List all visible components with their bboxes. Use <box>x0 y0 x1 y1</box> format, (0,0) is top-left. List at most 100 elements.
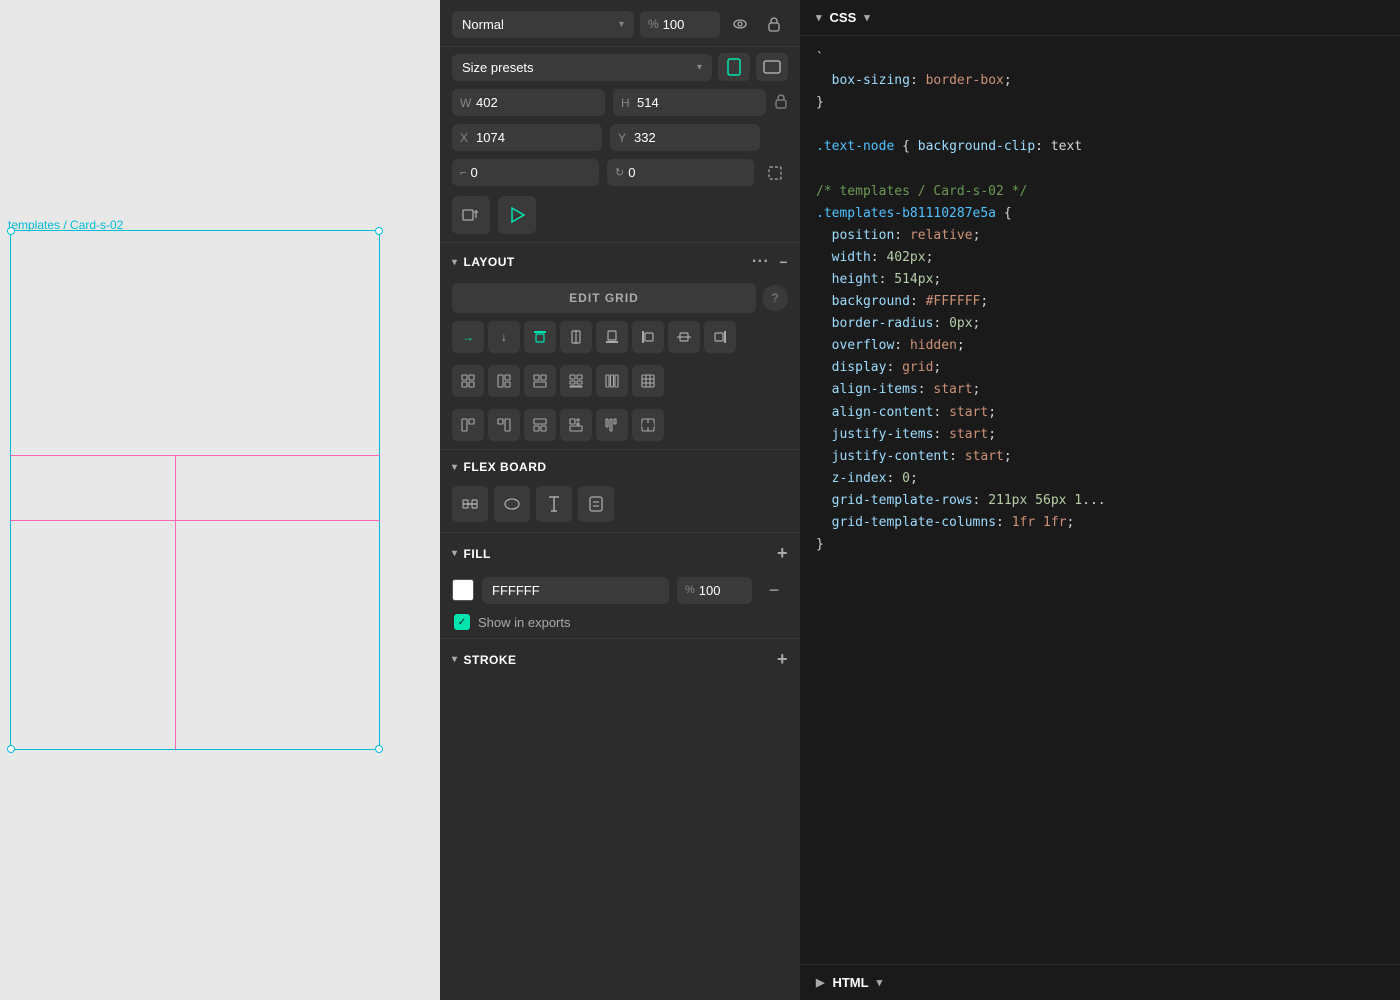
code-panel: ▾ CSS ▾ ` box-sizing: border-box; } .tex… <box>800 0 1400 1000</box>
resize-action-btn[interactable] <box>452 196 490 234</box>
layout-collapse-btn[interactable]: − <box>779 254 788 270</box>
grid-r3[interactable] <box>524 409 556 441</box>
fill-hex-text: FFFFFF <box>492 583 540 598</box>
fill-opacity-value: 100 <box>699 583 721 598</box>
width-field[interactable]: W 402 <box>452 89 605 116</box>
lock-icon[interactable] <box>760 10 788 38</box>
size-presets-select[interactable]: Size presets ▾ <box>452 54 712 81</box>
opacity-value: 100 <box>663 17 685 32</box>
stroke-chevron[interactable]: ▾ <box>452 654 458 665</box>
css-chevron-icon[interactable]: ▾ <box>816 11 822 24</box>
opacity-symbol: % <box>648 17 659 31</box>
x-value: 1074 <box>476 130 505 145</box>
grid-table[interactable] <box>632 365 664 397</box>
grid-cols[interactable] <box>596 365 628 397</box>
rotate-value: 0 <box>628 165 635 180</box>
flex-chevron[interactable]: ▾ <box>452 462 458 473</box>
blend-mode-select[interactable]: Normal ▾ <box>452 11 634 38</box>
guide-line-v1 <box>175 455 176 750</box>
layout-more-btn[interactable]: ··· <box>752 253 769 271</box>
grid-layout-row-1 <box>440 361 800 401</box>
rotate-field[interactable]: ↻ 0 <box>607 159 754 186</box>
align-center-h[interactable] <box>668 321 700 353</box>
align-top[interactable] <box>524 321 556 353</box>
flex-board-label: FLEX BOARD <box>464 460 547 474</box>
edit-grid-btn[interactable]: EDIT GRID <box>452 283 756 313</box>
resize-handle-br[interactable] <box>375 745 383 753</box>
visibility-icon[interactable] <box>726 10 754 38</box>
fill-color-swatch[interactable] <box>452 579 474 601</box>
align-flow-right[interactable]: → <box>452 321 484 353</box>
layout-label: LAYOUT <box>464 255 515 269</box>
flex-btn-row <box>440 482 800 526</box>
fill-section-header: ▾ FILL + <box>440 535 800 572</box>
fill-hex-value[interactable]: FFFFFF <box>482 577 669 604</box>
guide-line-h2 <box>10 520 380 521</box>
html-dropdown-chevron[interactable]: ▾ <box>877 976 883 989</box>
grid-r2[interactable] <box>488 409 520 441</box>
card-frame[interactable] <box>10 230 380 750</box>
align-bottom[interactable] <box>596 321 628 353</box>
grid-dense[interactable] <box>560 365 592 397</box>
flex-board-section-header: ▾ FLEX BOARD <box>440 452 800 482</box>
fill-opacity-field[interactable]: % 100 <box>677 577 752 604</box>
grid-r4[interactable] <box>560 409 592 441</box>
html-expand-icon[interactable]: ▶ <box>816 976 824 989</box>
properties-panel: Normal ▾ % 100 Size presets ▾ <box>440 0 800 1000</box>
code-display[interactable]: ` box-sizing: border-box; } .text-node {… <box>800 36 1400 964</box>
edit-grid-row: EDIT GRID ? <box>440 279 800 317</box>
grid-2x2[interactable] <box>488 365 520 397</box>
align-left[interactable] <box>632 321 664 353</box>
flex-text-icon[interactable] <box>536 486 572 522</box>
fill-add-btn[interactable]: + <box>777 543 788 564</box>
grid-layout-row-2 <box>440 405 800 445</box>
resize-handle-tr[interactable] <box>375 227 383 235</box>
play-action-btn[interactable] <box>498 196 536 234</box>
corner-rotate-row: ⌐ 0 ↻ 0 <box>440 155 800 190</box>
mobile-portrait-icon[interactable] <box>718 53 750 81</box>
align-flow-down[interactable]: ↓ <box>488 321 520 353</box>
width-label: W <box>460 96 472 110</box>
grid-help-btn[interactable]: ? <box>762 285 788 311</box>
flex-h-icon[interactable] <box>452 486 488 522</box>
wh-lock-icon[interactable] <box>774 93 788 112</box>
corner-field[interactable]: ⌐ 0 <box>452 159 599 186</box>
guide-line-h1 <box>10 455 380 456</box>
corner-value: 0 <box>470 165 477 180</box>
mobile-landscape-icon[interactable] <box>756 53 788 81</box>
layout-chevron[interactable]: ▾ <box>452 257 458 268</box>
grid-2x2-b[interactable] <box>524 365 556 397</box>
align-row-1: → ↓ <box>440 317 800 357</box>
opacity-field[interactable]: % 100 <box>640 11 720 38</box>
y-field[interactable]: Y 332 <box>610 124 760 151</box>
stroke-label: STROKE <box>464 653 517 667</box>
align-right[interactable] <box>704 321 736 353</box>
grid-masonry[interactable] <box>596 409 628 441</box>
fill-remove-btn[interactable]: − <box>760 576 788 604</box>
css-dropdown-chevron[interactable]: ▾ <box>864 11 870 24</box>
layout-section-header: ▾ LAYOUT ··· − <box>440 245 800 279</box>
grid-r1[interactable] <box>452 409 484 441</box>
x-field[interactable]: X 1074 <box>452 124 602 151</box>
resize-fit-icon[interactable] <box>762 160 788 186</box>
grid-equal-cols[interactable] <box>632 409 664 441</box>
show-in-exports-checkbox[interactable]: ✓ <box>454 614 470 630</box>
css-section-header: ▾ CSS ▾ <box>800 0 1400 36</box>
resize-handle-tl[interactable] <box>7 227 15 235</box>
css-code: ` box-sizing: border-box; } .text-node {… <box>816 48 1384 556</box>
x-label: X <box>460 131 472 145</box>
stroke-add-btn[interactable]: + <box>777 649 788 670</box>
align-center-v[interactable] <box>560 321 592 353</box>
flex-container-icon[interactable] <box>578 486 614 522</box>
resize-handle-bl[interactable] <box>7 745 15 753</box>
canvas-area: templates / Card-s-02 <box>0 0 440 1000</box>
fill-value-row: FFFFFF % 100 − <box>440 572 800 608</box>
fill-chevron[interactable]: ▾ <box>452 548 458 559</box>
grid-4[interactable] <box>452 365 484 397</box>
stroke-section-header: ▾ STROKE + <box>440 641 800 678</box>
height-field[interactable]: H 514 <box>613 89 766 116</box>
flex-oval-icon[interactable] <box>494 486 530 522</box>
blend-opacity-row: Normal ▾ % 100 <box>440 0 800 44</box>
blend-mode-chevron: ▾ <box>619 19 624 30</box>
size-presets-label: Size presets <box>462 60 534 75</box>
